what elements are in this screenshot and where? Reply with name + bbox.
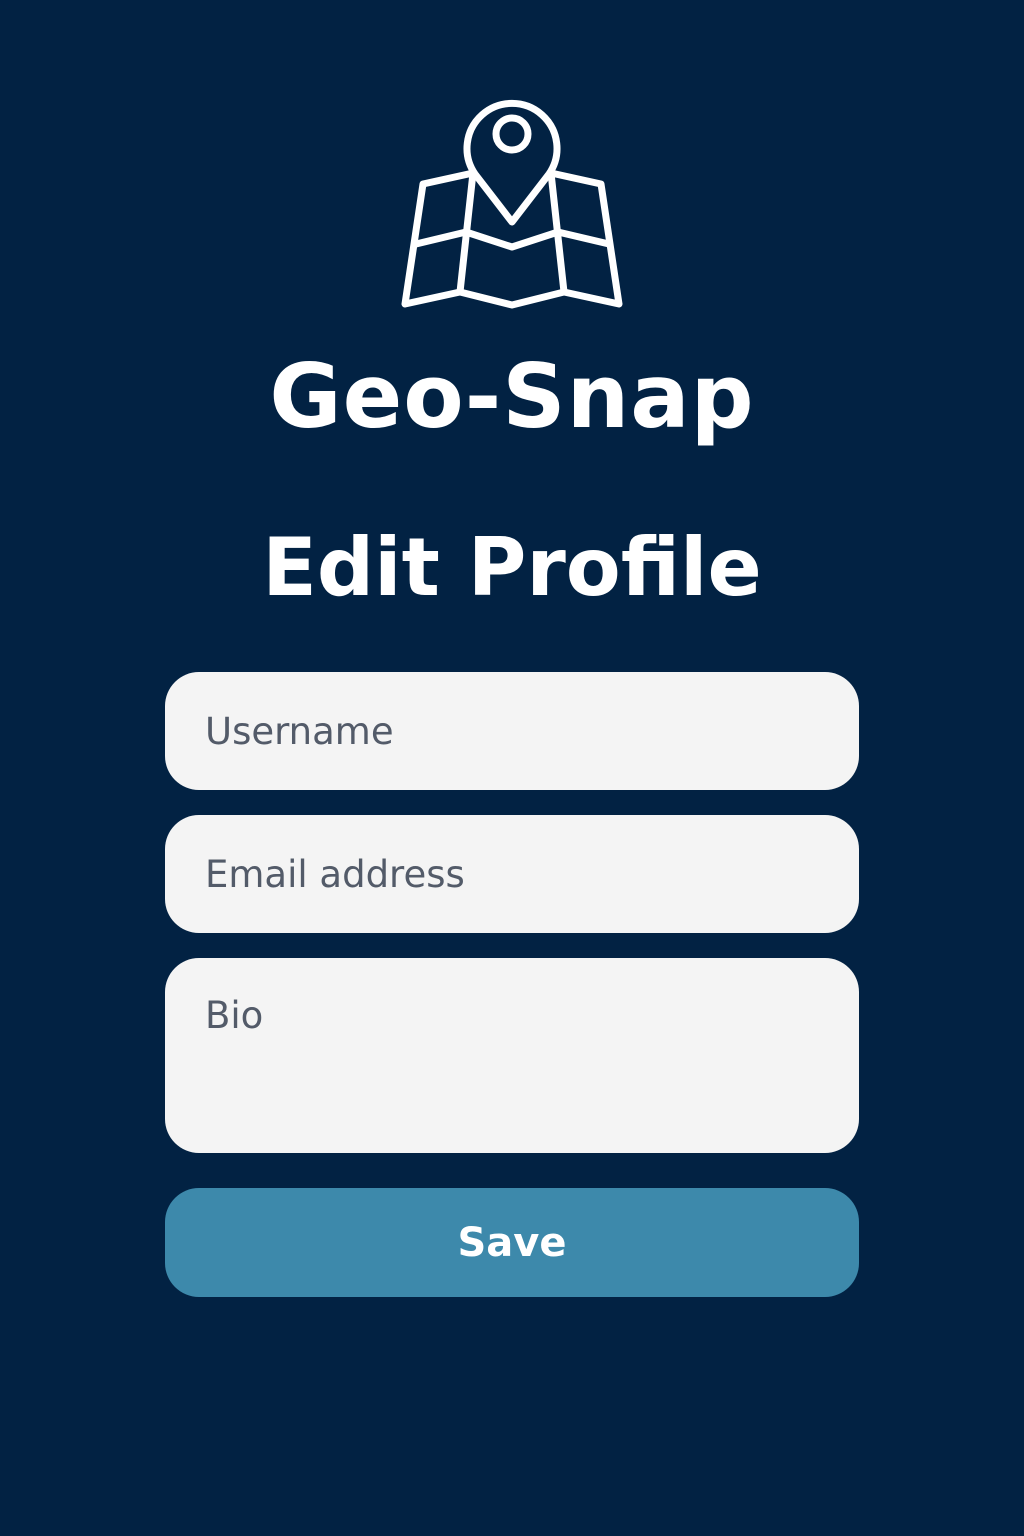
username-input[interactable] — [165, 672, 859, 790]
save-button[interactable]: Save — [165, 1188, 859, 1297]
bio-textarea[interactable] — [165, 958, 859, 1153]
map-pin-icon — [398, 84, 626, 310]
email-input[interactable] — [165, 815, 859, 933]
username-field[interactable] — [165, 672, 859, 790]
bio-field[interactable] — [165, 958, 859, 1153]
edit-profile-screen: Geo-Snap Edit Profile Save — [0, 0, 1024, 1536]
app-title: Geo-Snap — [269, 345, 755, 448]
page-title: Edit Profile — [262, 521, 762, 614]
email-field[interactable] — [165, 815, 859, 933]
